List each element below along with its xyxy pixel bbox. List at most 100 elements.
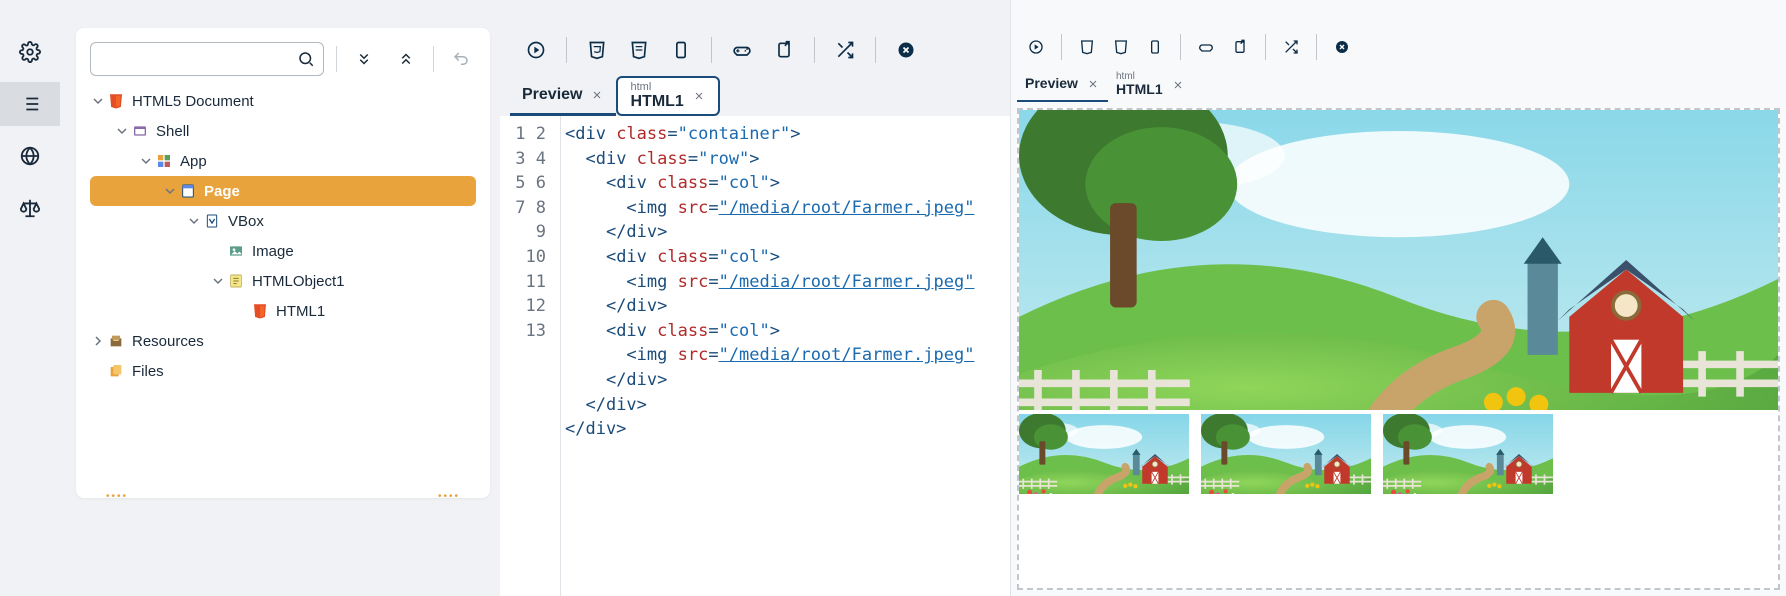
css-shield-icon — [1113, 39, 1129, 55]
separator — [1316, 34, 1317, 60]
tree-caret-none — [210, 243, 226, 259]
css-button-2[interactable] — [1106, 32, 1136, 62]
search-icon — [297, 50, 315, 68]
tree-item-html1[interactable]: HTML1 — [90, 296, 476, 326]
tree-item-app[interactable]: App — [90, 146, 476, 176]
separator — [711, 37, 712, 63]
tab-close-button[interactable] — [692, 89, 706, 103]
clipboard-export-icon — [1232, 39, 1248, 55]
tree-item-label: VBox — [228, 213, 264, 230]
tree-item-resources[interactable]: Resources — [90, 326, 476, 356]
preview-image-small — [1383, 414, 1553, 494]
gamepad-button[interactable] — [724, 32, 760, 68]
preview-image-large — [1019, 110, 1778, 410]
rail-outline[interactable] — [0, 82, 60, 126]
css-button-1[interactable] — [579, 32, 615, 68]
tree-item-htmlobject1[interactable]: HTMLObject1 — [90, 266, 476, 296]
css-button-1[interactable] — [1072, 32, 1102, 62]
device-icon — [671, 40, 691, 60]
css-button-2[interactable] — [621, 32, 657, 68]
globe-icon — [19, 145, 41, 167]
tree-item-files[interactable]: Files — [90, 356, 476, 386]
shuffle-button[interactable] — [1276, 32, 1306, 62]
code-content[interactable]: <div class="container"> <div class="row"… — [560, 116, 1010, 596]
tree-caret[interactable] — [210, 273, 226, 289]
css-shield-icon — [1079, 39, 1095, 55]
undo-icon — [452, 50, 470, 68]
tree-item-label: App — [180, 153, 207, 170]
right-panel: Preview html HTML1 — [1010, 0, 1786, 596]
tab-close-button[interactable] — [590, 88, 604, 102]
tab-label: HTML1 — [630, 93, 683, 111]
export-button[interactable] — [1225, 32, 1255, 62]
shuffle-button[interactable] — [827, 32, 863, 68]
tree-item-page[interactable]: Page — [90, 176, 476, 206]
play-button[interactable] — [518, 32, 554, 68]
shuffle-icon — [835, 40, 855, 60]
tree-item-label: HTMLObject1 — [252, 273, 345, 290]
play-button[interactable] — [1021, 32, 1051, 62]
tree-item-label: Image — [252, 243, 294, 260]
css-shield-icon — [629, 40, 649, 60]
editor-tabbar: Preview html HTML1 — [500, 72, 1010, 116]
rail-settings[interactable] — [0, 30, 60, 74]
app-icon — [154, 151, 174, 171]
tree-caret[interactable] — [114, 123, 130, 139]
separator — [1061, 34, 1062, 60]
tree-item-image[interactable]: Image — [90, 236, 476, 266]
preview-toolbar — [1011, 28, 1786, 66]
tree-caret[interactable] — [90, 333, 106, 349]
tab-close-button[interactable] — [1171, 78, 1185, 92]
tree-caret[interactable] — [162, 183, 178, 199]
shell-icon — [130, 121, 150, 141]
resources-icon — [106, 331, 126, 351]
tab-html1[interactable]: html HTML1 — [616, 76, 719, 116]
tree-caret[interactable] — [186, 213, 202, 229]
export-button[interactable] — [766, 32, 802, 68]
tab-superlabel: html — [630, 82, 683, 93]
separator — [1180, 34, 1181, 60]
device-button[interactable] — [663, 32, 699, 68]
close-button[interactable] — [888, 32, 924, 68]
tree-item-label: Page — [204, 183, 240, 200]
rail-scales[interactable] — [0, 186, 60, 230]
sidebar-rail — [0, 0, 60, 596]
rail-globe[interactable] — [0, 134, 60, 178]
preview-image-small — [1201, 414, 1371, 494]
page-icon — [178, 181, 198, 201]
tree-item-html5-document[interactable]: HTML5 Document — [90, 86, 476, 116]
code-editor[interactable]: 1 2 3 4 5 6 7 8 9 10 11 12 13 <div class… — [500, 116, 1010, 596]
separator — [875, 37, 876, 63]
outline-tree: HTML5 Document Shell App Page VBox Image HTMLO… — [90, 86, 476, 386]
editor-toolbar — [500, 28, 1010, 72]
undo-button[interactable] — [446, 44, 476, 74]
tree-item-vbox[interactable]: VBox — [90, 206, 476, 236]
app-root: HTML5 Document Shell App Page VBox Image HTMLO… — [0, 0, 1786, 596]
gamepad-button[interactable] — [1191, 32, 1221, 62]
collapse-all-button[interactable] — [391, 44, 421, 74]
tree-caret[interactable] — [138, 153, 154, 169]
close-button[interactable] — [1327, 32, 1357, 62]
expand-all-button[interactable] — [349, 44, 379, 74]
separator — [566, 37, 567, 63]
preview-image-small — [1019, 414, 1189, 494]
tree-item-shell[interactable]: Shell — [90, 116, 476, 146]
vbox-icon — [202, 211, 222, 231]
separator — [433, 46, 434, 72]
tab-preview[interactable]: Preview — [1017, 68, 1108, 102]
outline-card: HTML5 Document Shell App Page VBox Image HTMLO… — [76, 28, 490, 498]
tab-html1[interactable]: html HTML1 — [1108, 68, 1193, 102]
outline-search[interactable] — [90, 42, 324, 76]
resize-handle-dots: •••••••• — [76, 491, 490, 502]
device-icon — [1147, 39, 1163, 55]
files-icon — [106, 361, 126, 381]
close-circle-icon — [896, 40, 916, 60]
preview-image-row — [1019, 410, 1778, 498]
tab-label: HTML1 — [1116, 82, 1163, 97]
tree-caret[interactable] — [90, 93, 106, 109]
tab-close-button[interactable] — [1086, 77, 1100, 91]
tab-preview[interactable]: Preview — [510, 76, 616, 116]
search-input[interactable] — [99, 51, 297, 67]
tree-item-label: HTML5 Document — [132, 93, 254, 110]
device-button[interactable] — [1140, 32, 1170, 62]
